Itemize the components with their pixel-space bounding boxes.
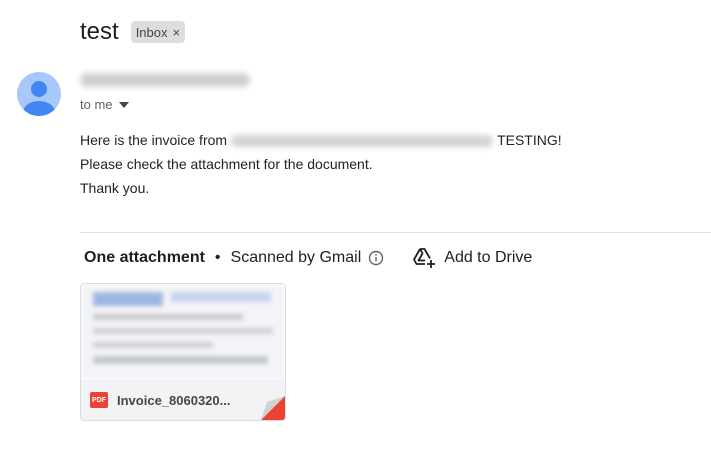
body-line-3: Thank you. <box>80 180 150 196</box>
add-to-drive-button[interactable]: Add to Drive <box>412 247 532 269</box>
attachments-header: One attachment • Scanned by Gmail Add to… <box>84 246 532 270</box>
recipient-text: to me <box>80 97 113 112</box>
attachment-preview <box>81 284 285 380</box>
email-body: Here is the invoice from TESTING! Please … <box>80 128 562 200</box>
attachments-divider <box>80 232 711 233</box>
pdf-icon: PDF <box>90 392 108 408</box>
body-line-1: Here is the invoice from TESTING! <box>80 128 562 152</box>
person-icon <box>23 81 55 116</box>
body-line-1-start: Here is the invoice from <box>80 132 228 148</box>
subject-row: test Inbox × <box>80 18 186 46</box>
info-icon[interactable] <box>368 250 384 266</box>
add-to-drive-label: Add to Drive <box>444 249 533 266</box>
sender-avatar[interactable] <box>17 72 61 116</box>
sender-email-redacted <box>80 73 250 87</box>
folded-corner-icon <box>261 396 285 420</box>
separator-dot: • <box>214 249 221 266</box>
scan-status: Scanned by Gmail <box>230 249 362 266</box>
attachment-footer: PDF Invoice_8060320... <box>81 380 285 420</box>
body-line-1-end: TESTING! <box>497 132 562 148</box>
recipient-details-toggle[interactable]: to me <box>80 97 129 112</box>
caret-down-icon <box>118 101 129 108</box>
remove-label-icon[interactable]: × <box>173 25 181 40</box>
company-name-redacted <box>231 135 494 148</box>
body-line-2: Please check the attachment for the docu… <box>80 156 373 172</box>
email-subject: test <box>80 18 119 45</box>
label-text: Inbox <box>135 24 168 40</box>
add-to-drive-icon <box>413 248 436 268</box>
inbox-label-chip[interactable]: Inbox × <box>130 21 186 43</box>
attachment-filename: Invoice_8060320... <box>117 392 231 408</box>
attachment-card[interactable]: PDF Invoice_8060320... <box>80 283 286 421</box>
attachment-count: One attachment <box>84 249 205 266</box>
